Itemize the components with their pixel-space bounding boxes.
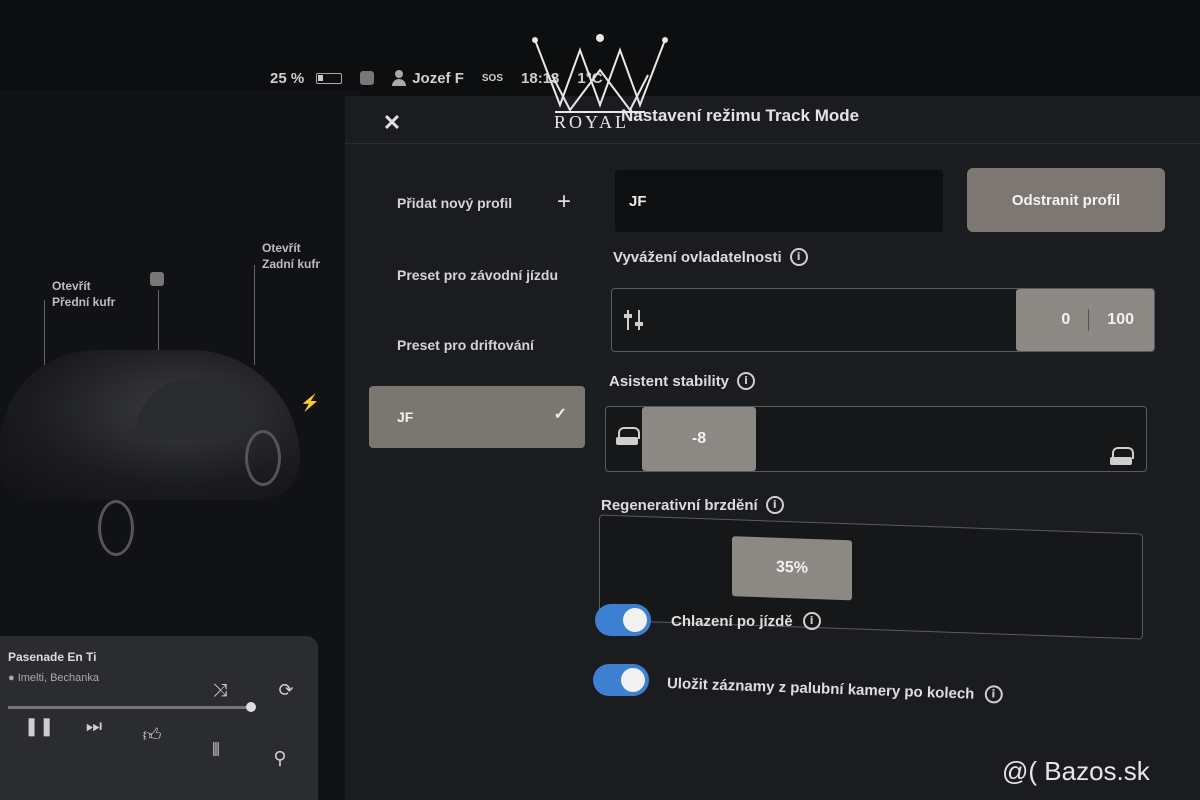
profile-item-race-preset[interactable]: Preset pro závodní jízdu (369, 246, 585, 304)
profile-label: Preset pro driftování (397, 337, 534, 353)
shuffle-icon[interactable]: ⤨ (208, 680, 232, 701)
media-player: Pasenade En Ti ● Imelti, Bechanka ⤨ ⟳ ❚❚… (0, 636, 318, 800)
driver-profile-icon[interactable] (360, 71, 375, 85)
user-profile[interactable]: Jozef F (392, 70, 464, 87)
bazos-watermark: @( Bazos.sk (1002, 756, 1150, 786)
rear-trunk-line (254, 265, 255, 365)
charge-port-icon[interactable]: ⚡ (300, 393, 320, 413)
divider (1088, 309, 1090, 331)
pause-icon[interactable]: ❚❚ (24, 716, 54, 737)
post-drive-cooling-label: Chlazení po jízdě i (671, 612, 821, 630)
equalizer-icon[interactable]: ⦀ (204, 740, 228, 761)
repeat-icon[interactable]: ⟳ (274, 680, 298, 701)
handling-balance-slider[interactable]: 0 100 (611, 288, 1155, 352)
modal-header: ✕ Nastavení režimu Track Mode (345, 96, 1200, 144)
post-drive-cooling-toggle[interactable] (595, 604, 651, 636)
logo-text: ROYAL (554, 112, 630, 132)
handling-balance-value[interactable]: 0 100 (1016, 289, 1154, 351)
profile-label: Preset pro závodní jízdu (397, 267, 559, 283)
front-wheel (98, 500, 134, 556)
post-drive-cooling-text: Chlazení po jízdě (671, 612, 793, 630)
info-icon[interactable]: i (765, 496, 784, 514)
profile-name-input[interactable] (615, 170, 943, 232)
like-icon[interactable]: 👍︎ (140, 724, 164, 746)
battery-percent: 25 % (270, 69, 305, 87)
person-icon (392, 70, 407, 86)
regen-braking-label: Regenerativní brzdění i (601, 496, 784, 514)
stability-assist-label: Asistent stability i (609, 372, 756, 390)
add-profile-button[interactable]: Přidat nový profil + (369, 174, 585, 232)
car-sliding-icon (1110, 447, 1134, 467)
profile-label: JF (397, 409, 414, 425)
info-icon[interactable]: i (984, 685, 1003, 704)
close-icon[interactable]: ✕ (381, 112, 403, 134)
charge-port-line (158, 290, 159, 350)
tune-icon (624, 309, 644, 331)
stability-assist-value[interactable]: -8 (642, 407, 756, 471)
info-icon[interactable]: i (737, 372, 756, 390)
search-icon[interactable]: ⚲ (268, 748, 292, 769)
rear-wheel (245, 430, 281, 486)
checkmark-icon: ✓ (553, 406, 567, 423)
stability-assist-slider[interactable]: -8 (605, 406, 1147, 472)
plus-icon: + (556, 188, 571, 215)
regen-braking-value[interactable]: 35% (732, 536, 852, 601)
handling-balance-text: Vyvážení ovladatelnosti (613, 248, 782, 266)
user-name: Jozef F (412, 69, 464, 87)
profile-item-jf[interactable]: JF ✓ (369, 386, 585, 448)
dashcam-laps-text: Uložit záznamy z palubní kamery po kolec… (666, 674, 975, 703)
info-icon[interactable]: i (802, 612, 821, 630)
car-stable-icon (616, 427, 640, 447)
front-trunk-button[interactable]: Otevřít Přední kufr (52, 278, 132, 310)
track-progress-bar[interactable] (8, 706, 252, 709)
rear-trunk-button[interactable]: Otevřít Zadní kufr (262, 240, 342, 272)
track-progress-knob[interactable] (246, 702, 256, 712)
delete-profile-button[interactable]: Odstranit profil (967, 168, 1165, 232)
next-icon[interactable]: ⏭ (82, 716, 106, 737)
dashcam-laps-toggle[interactable] (593, 664, 649, 696)
track-title: Pasenade En Ti (8, 650, 97, 664)
battery-status: 25 % (270, 69, 343, 87)
lock-icon[interactable] (150, 272, 164, 286)
handling-rear-value: 100 (1107, 311, 1134, 328)
stability-assist-text: Asistent stability (609, 372, 730, 390)
sos-indicator[interactable]: SOS (482, 73, 503, 84)
track-mode-settings-modal: ✕ Nastavení režimu Track Mode Přidat nov… (345, 96, 1200, 800)
handling-balance-label: Vyvážení ovladatelnosti i (613, 248, 808, 266)
battery-icon (316, 72, 343, 84)
regen-braking-text: Regenerativní brzdění (601, 496, 758, 514)
track-artist: ● Imelti, Bechanka (8, 672, 100, 684)
dashcam-laps-label: Uložit záznamy z palubní kamery po kolec… (667, 674, 1003, 704)
add-profile-label: Přidat nový profil (397, 195, 513, 211)
info-icon[interactable]: i (789, 248, 808, 266)
profile-item-drift-preset[interactable]: Preset pro driftování (369, 316, 585, 374)
handling-front-value: 0 (1061, 311, 1071, 328)
